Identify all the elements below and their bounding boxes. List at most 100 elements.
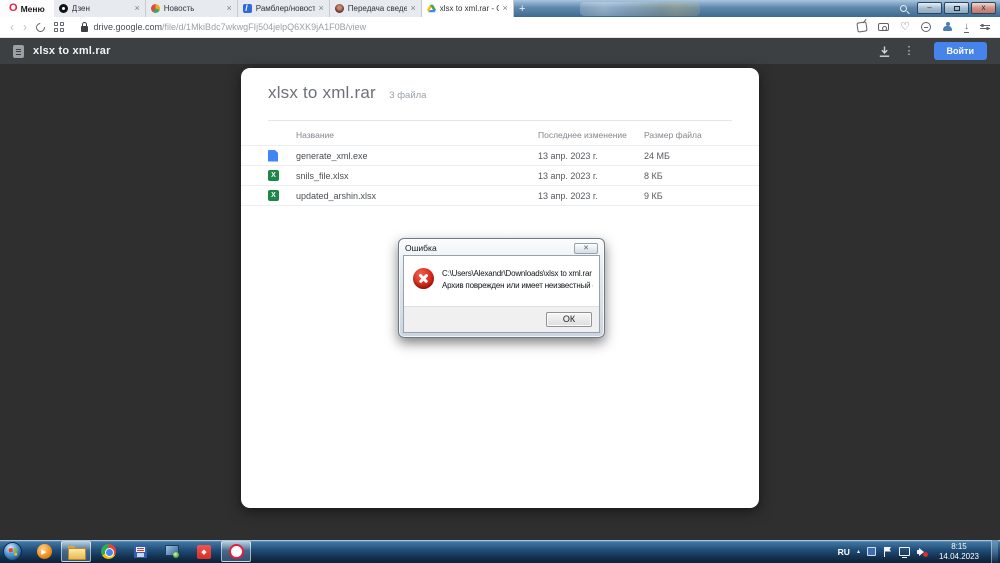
tab-title: xlsx to xml.rar - Google Ди <box>440 4 499 13</box>
excel-file-icon <box>268 170 279 181</box>
tab-close-icon[interactable] <box>227 4 232 13</box>
tab-news[interactable]: Новость <box>146 0 238 17</box>
zen-favicon-icon <box>59 4 68 13</box>
drive-viewer-header: xlsx to xml.rar Войти <box>0 38 1000 64</box>
column-name: Название <box>268 130 538 140</box>
news-favicon-icon <box>151 4 160 13</box>
browser-toolbar: ‹ › drive.google.com/file/d/1MkiBdc7wkwg… <box>0 17 1000 38</box>
easy-setup-icon[interactable] <box>980 25 990 30</box>
url-path: /file/d/1MkiBdc7wkwgFIj504jelpQ6XK9jA1F0… <box>162 22 366 32</box>
file-icon-cell <box>268 150 296 162</box>
tab-transfer[interactable]: Передача сведений о пол <box>330 0 422 17</box>
opera-icon <box>229 544 244 559</box>
media-player-icon <box>37 544 52 559</box>
browser-titlebar: O Меню Дзен Новость Рамблер/новости, поч… <box>0 0 1000 17</box>
taskbar-floppy-app[interactable] <box>125 541 155 562</box>
error-dialog: Ошибка C:\Users\Alexandr\Downloads\xlsx … <box>398 238 605 338</box>
new-tab-button[interactable] <box>514 0 531 17</box>
taskbar-explorer[interactable] <box>61 541 91 562</box>
dialog-titlebar[interactable]: Ошибка <box>403 241 600 255</box>
card-header: xlsx to xml.rar 3 файла <box>241 68 759 112</box>
close-button[interactable]: x <box>971 2 996 14</box>
file-size: 24 МБ <box>644 151 732 161</box>
tab-close-icon[interactable] <box>135 4 140 13</box>
back-icon[interactable]: ‹ <box>10 21 14 33</box>
maximize-button[interactable] <box>944 2 969 14</box>
network-icon[interactable] <box>899 547 910 556</box>
folder-icon <box>68 546 84 558</box>
rambler-favicon-icon <box>243 4 252 13</box>
clock-time: 8:15 <box>939 542 979 552</box>
tab-google-drive[interactable]: xlsx to xml.rar - Google Ди <box>422 0 514 17</box>
dialog-close-button[interactable] <box>574 243 598 254</box>
profile-icon[interactable] <box>942 22 953 33</box>
minimize-button[interactable]: – <box>917 2 942 14</box>
exe-file-icon <box>268 150 278 162</box>
table-row[interactable]: generate_xml.exe 13 апр. 2023 г. 24 МБ <box>241 146 759 166</box>
table-row[interactable]: snils_file.xlsx 13 апр. 2023 г. 8 КБ <box>241 166 759 186</box>
column-modified: Последнее изменение <box>538 130 644 140</box>
error-icon <box>413 268 434 289</box>
taskbar-chrome[interactable] <box>93 541 123 562</box>
downloads-icon[interactable] <box>964 22 969 33</box>
maximize-icon <box>954 6 960 11</box>
sign-in-button[interactable]: Войти <box>934 42 987 60</box>
action-center-flag-icon[interactable] <box>883 547 892 557</box>
start-button[interactable] <box>3 542 22 561</box>
hidden-icons-arrow-icon[interactable] <box>857 548 860 555</box>
url-domain: drive.google.com <box>94 22 163 32</box>
tab-title: Рамблер/новости, почта и <box>256 4 315 13</box>
tab-close-icon[interactable] <box>319 4 324 13</box>
volume-muted-icon[interactable] <box>917 547 927 556</box>
vpn-icon[interactable] <box>921 22 931 32</box>
dialog-message-reason: Архив поврежден или имеет неизвестный фо… <box>442 280 593 292</box>
tray-app-icon[interactable] <box>867 547 876 556</box>
chrome-icon <box>101 544 116 559</box>
floppy-disk-icon <box>134 545 147 558</box>
tab-rambler[interactable]: Рамблер/новости, почта и <box>238 0 330 17</box>
file-icon-cell <box>268 170 296 181</box>
dialog-client-area: C:\Users\Alexandr\Downloads\xlsx to xml.… <box>403 255 600 333</box>
tab-title: Новость <box>164 4 223 13</box>
snapshot-icon[interactable] <box>878 23 889 31</box>
more-options-icon[interactable] <box>900 46 919 57</box>
dialog-footer: ОК <box>404 306 599 332</box>
taskbar-clock[interactable]: 8:15 14.04.2023 <box>934 542 984 562</box>
file-size: 9 КБ <box>644 191 732 201</box>
search-icon <box>900 5 907 12</box>
show-desktop-button[interactable] <box>991 540 998 563</box>
opera-menu-button[interactable]: O Меню <box>0 0 54 17</box>
forward-icon[interactable]: › <box>23 21 27 33</box>
download-icon[interactable] <box>878 45 891 58</box>
archive-title: xlsx to xml.rar <box>268 83 376 102</box>
reload-icon[interactable] <box>34 21 47 34</box>
excel-file-icon <box>268 190 279 201</box>
url-text[interactable]: drive.google.com/file/d/1MkiBdc7wkwgFIj5… <box>94 22 367 32</box>
taskbar-red-app[interactable] <box>189 541 219 562</box>
archive-file-count: 3 файла <box>389 90 426 101</box>
file-icon-cell <box>268 190 296 201</box>
language-indicator[interactable]: RU <box>838 547 850 557</box>
file-modified: 13 апр. 2023 г. <box>538 191 644 201</box>
opera-logo-icon: O <box>9 3 18 14</box>
lock-icon[interactable] <box>81 26 88 32</box>
taskbar-media-player[interactable] <box>29 541 59 562</box>
taskbar-opera[interactable] <box>221 541 251 562</box>
file-name: generate_xml.exe <box>296 151 368 161</box>
address-bar[interactable]: drive.google.com/file/d/1MkiBdc7wkwgFIj5… <box>73 22 849 32</box>
tab-search-icon[interactable] <box>895 0 911 17</box>
ok-button[interactable]: ОК <box>546 312 592 327</box>
share-icon[interactable] <box>856 21 867 32</box>
taskbar-network-app[interactable] <box>157 541 187 562</box>
dialog-body: C:\Users\Alexandr\Downloads\xlsx to xml.… <box>404 256 599 306</box>
speed-dial-icon[interactable] <box>54 22 64 32</box>
red-diamond-app-icon <box>197 545 211 559</box>
tab-zen[interactable]: Дзен <box>54 0 146 17</box>
file-size: 8 КБ <box>644 171 732 181</box>
file-modified: 13 апр. 2023 г. <box>538 171 644 181</box>
table-row[interactable]: updated_arshin.xlsx 13 апр. 2023 г. 9 КБ <box>241 186 759 206</box>
bookmark-heart-icon[interactable] <box>900 22 910 33</box>
tab-close-icon[interactable] <box>503 4 508 13</box>
file-name: updated_arshin.xlsx <box>296 191 376 201</box>
tab-close-icon[interactable] <box>411 4 416 13</box>
